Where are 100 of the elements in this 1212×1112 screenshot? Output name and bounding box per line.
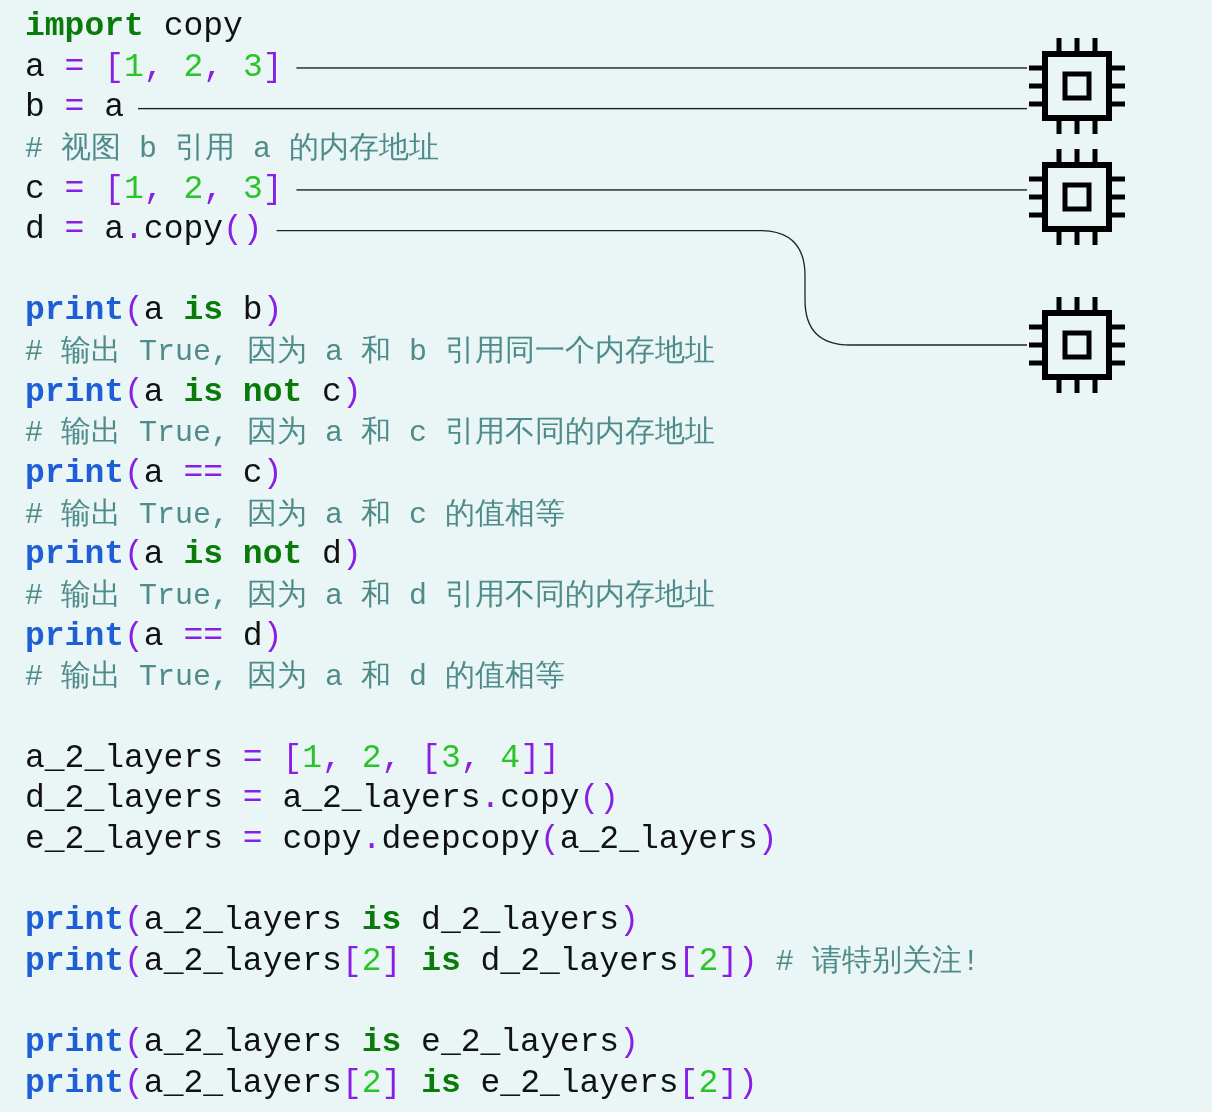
- code-token: a_2_layers: [281, 779, 481, 820]
- code-token: is: [361, 901, 402, 942]
- code-token: print: [25, 372, 125, 413]
- code-token: =: [64, 169, 85, 210]
- code-comment: # 输出 True, 因为 a 和 d 引用不同的内存地址: [25, 577, 716, 615]
- code-token: (: [124, 372, 144, 413]
- code-token: print: [25, 1063, 125, 1104]
- code-token: 2: [698, 1063, 719, 1104]
- code-token: is: [361, 1023, 402, 1063]
- code-token: a: [143, 291, 165, 332]
- code-token: a: [143, 454, 165, 495]
- code-token: ): [757, 819, 778, 860]
- code-token: =: [64, 88, 85, 129]
- code-token: copy: [281, 819, 362, 860]
- code-token: e_2_layers: [420, 1023, 620, 1063]
- code-token: is not: [183, 535, 303, 576]
- code-token: =: [64, 210, 85, 251]
- code-token: ,: [322, 738, 343, 779]
- code-token: print: [25, 901, 125, 942]
- code-token: a_2_layers: [25, 738, 225, 779]
- code-token: c: [241, 454, 263, 495]
- code-token: .: [480, 779, 501, 820]
- code-token: (: [124, 291, 144, 332]
- code-token: a: [103, 88, 125, 129]
- code-token: ,: [203, 47, 225, 88]
- code-token: ==: [183, 454, 224, 495]
- code-token: a_2_layers: [143, 941, 342, 982]
- code-token: (: [124, 1023, 144, 1063]
- code-token: is: [183, 291, 224, 332]
- code-token: d_2_layers: [420, 901, 620, 942]
- code-token: a: [143, 372, 165, 413]
- code-token: 3: [242, 47, 263, 88]
- code-token: =: [242, 738, 263, 779]
- code-token: import: [25, 7, 144, 47]
- code-token: b: [25, 88, 46, 129]
- code-token: =: [242, 779, 263, 820]
- code-token: print: [25, 535, 125, 576]
- code-token: [: [341, 1063, 362, 1104]
- code-token: (: [124, 901, 144, 942]
- code-token: copy: [500, 779, 580, 820]
- code-token: (: [124, 454, 144, 495]
- code-token: print: [25, 941, 125, 982]
- code-token: deepcopy: [381, 819, 540, 860]
- code-token: (): [579, 779, 620, 820]
- chip-icon: [1029, 38, 1125, 134]
- code-token: =: [64, 47, 85, 88]
- code-token: e_2_layers: [479, 1063, 679, 1104]
- code-token: d: [241, 616, 263, 657]
- code-token: [: [103, 47, 125, 88]
- code-token: 1: [124, 47, 144, 88]
- code-token: print: [25, 1023, 125, 1063]
- code-token: a: [143, 535, 165, 576]
- code-token: d_2_layers: [479, 941, 679, 982]
- code-token: ]: [381, 1063, 402, 1104]
- code-token: a: [143, 616, 165, 657]
- code-token: 2: [361, 941, 382, 982]
- code-token: ): [619, 901, 639, 942]
- code-token: ==: [183, 616, 224, 657]
- code-token: c: [321, 372, 342, 413]
- code-comment: # 视图 b 引用 a 的内存地址: [25, 130, 440, 168]
- code-token: ,: [203, 169, 225, 210]
- code-token: d_2_layers: [25, 779, 225, 820]
- code-comment: # 输出 True, 因为 a 和 c 引用不同的内存地址: [25, 415, 716, 453]
- code-token: print: [25, 454, 125, 495]
- code-token: [: [678, 941, 699, 982]
- code-token: (): [223, 210, 263, 251]
- code-token: ,: [143, 47, 165, 88]
- code-token: print: [25, 291, 125, 332]
- code-token: 1: [124, 169, 144, 210]
- code-token: ): [262, 291, 283, 332]
- code-token: ]]: [520, 738, 560, 779]
- code-token: a_2_layers: [143, 901, 343, 942]
- code-token: 2: [183, 169, 204, 210]
- code-token: (: [124, 1063, 144, 1104]
- code-comment: # 输出 True, 因为 a 和 b 引用同一个内存地址: [25, 334, 716, 372]
- code-token: d: [321, 535, 342, 576]
- code-token: ): [619, 1023, 639, 1063]
- code-token: ]: [262, 47, 283, 88]
- code-token: [: [281, 738, 303, 779]
- code-token: copy: [143, 210, 224, 251]
- code-token: is not: [183, 372, 303, 413]
- code-token: is: [420, 941, 461, 982]
- code-token: ): [341, 372, 362, 413]
- code-token: 3: [242, 169, 263, 210]
- code-token: print: [25, 616, 125, 657]
- code-token: 2: [698, 941, 719, 982]
- code-token: copy: [162, 7, 243, 47]
- chip-icon: [1029, 149, 1125, 245]
- code-token: 2: [183, 47, 204, 88]
- code-token: .: [124, 210, 144, 251]
- code-token: is: [420, 1063, 461, 1104]
- code-token: ]): [718, 941, 758, 982]
- code-token: [: [341, 941, 362, 982]
- code-token: [: [678, 1063, 699, 1104]
- code-token: 1: [302, 738, 323, 779]
- code-token: =: [242, 819, 263, 860]
- code-token: ): [341, 535, 362, 576]
- code-token: .: [361, 819, 382, 860]
- code-token: 4: [500, 738, 521, 779]
- code-token: ]: [262, 169, 283, 210]
